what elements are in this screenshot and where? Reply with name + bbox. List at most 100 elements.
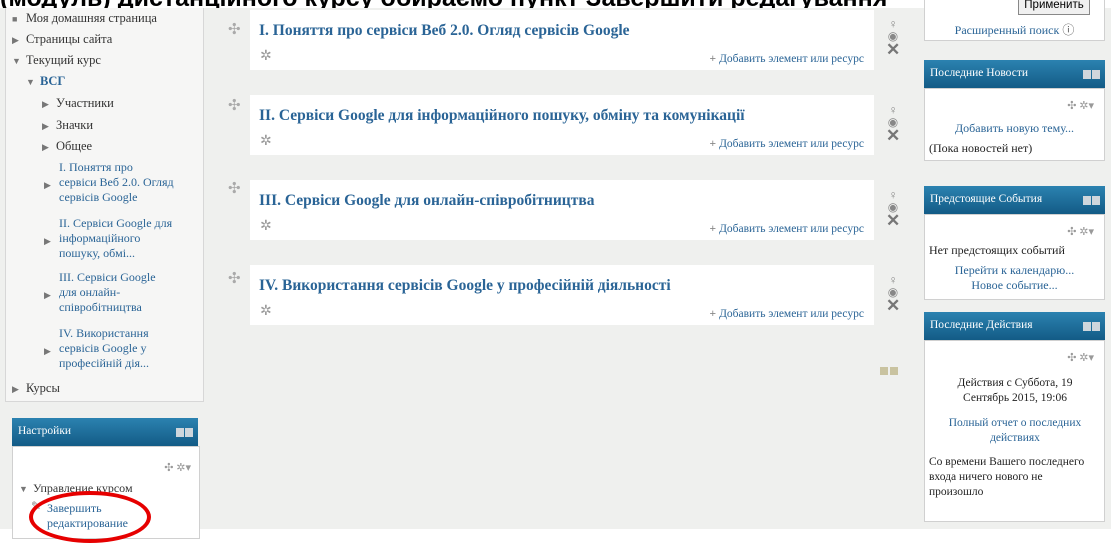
move-icon[interactable]: ✣ — [228, 179, 241, 198]
gear-icon[interactable]: ✲ — [260, 48, 272, 65]
section-title[interactable]: I. Поняття про сервіси Веб 2.0. Огляд се… — [259, 22, 630, 40]
move-gear-icon[interactable]: ✣ ✲▾ — [1067, 225, 1094, 238]
nothing-new-text: Со времени Вашего последнего входа ничег… — [929, 456, 1085, 498]
advanced-search-label: Расширенный поиск — [954, 23, 1060, 37]
plus-icon: + — [709, 53, 717, 65]
nav-section-1[interactable]: I. Поняття про сервіси Веб 2.0. Огляд серв… — [59, 160, 174, 205]
section-title[interactable]: III. Сервіси Google для онлайн-співробіт… — [259, 192, 594, 210]
nav-current-course[interactable]: ▼ Текущий курс — [12, 53, 101, 68]
full-report-link[interactable]: Полный отчет о последних действиях — [937, 416, 1093, 446]
add-resource-link[interactable]: + Добавить элемент или ресурс — [710, 223, 864, 235]
delete-icon[interactable]: ✕ — [886, 212, 900, 229]
nav-courses-label: Курсы — [26, 381, 60, 395]
plus-icon: + — [709, 138, 717, 150]
nav-badges-label: Значки — [56, 118, 94, 132]
activity-block: ✣ ✲▾ Действия с Суббота, 19 Сентябрь 201… — [924, 340, 1105, 522]
triangle-right-icon: ▶ — [44, 236, 51, 246]
plus-icon: + — [709, 223, 717, 235]
triangle-right-icon: ▶ — [42, 99, 49, 109]
news-block-header: Последние Новости — [924, 60, 1105, 88]
dock-icon[interactable] — [1082, 196, 1100, 205]
help-icon[interactable]: ⓘ — [1062, 23, 1074, 37]
dock-icon[interactable] — [175, 428, 193, 437]
course-section-3: III. Сервіси Google для онлайн-співробіт… — [250, 180, 874, 240]
triangle-down-icon: ▼ — [12, 56, 21, 66]
goto-calendar-link[interactable]: Перейти к календарю... — [925, 263, 1104, 278]
news-title: Последние Новости — [930, 67, 1029, 79]
events-block-header: Предстоящие События — [924, 186, 1105, 214]
add-resource-label: Добавить элемент или ресурс — [719, 308, 864, 320]
add-resource-label: Добавить элемент или ресурс — [719, 223, 864, 235]
triangle-right-icon: ▶ — [42, 142, 49, 152]
moodle-page: ■ Моя домашняя страница ▶ Страницы сайта ▼… — [0, 0, 1111, 539]
nav-section-3-line2: для онлайн- — [59, 285, 121, 299]
nav-course-short-label: ВСГ — [40, 74, 66, 88]
nav-course-short[interactable]: ▼ ВСГ — [26, 74, 65, 89]
move-gear-icon[interactable]: ✣ ✲▾ — [164, 461, 191, 474]
add-topic-link[interactable]: Добавить новую тему... — [925, 121, 1104, 136]
nav-site-pages-label: Страницы сайта — [26, 32, 113, 46]
nav-section-2-line2: інформаційного — [59, 231, 141, 245]
section-1-controls: ♀ ◉ ✕ — [886, 18, 900, 58]
move-icon[interactable]: ✣ — [228, 269, 241, 288]
nav-section-3[interactable]: III. Сервіси Google для онлайн-співробітн… — [59, 270, 156, 315]
add-resource-link[interactable]: + Добавить элемент или ресурс — [710, 138, 864, 150]
nav-section-2-line3: пошуку, обмі... — [59, 246, 136, 260]
section-title[interactable]: II. Сервіси Google для інформаційного по… — [259, 107, 745, 125]
triangle-down-icon: ▼ — [19, 484, 28, 494]
triangle-right-icon: ▶ — [12, 384, 19, 394]
nav-section-1-line2: сервіси Веб 2.0. Огляд — [59, 175, 174, 189]
section-title[interactable]: IV. Використання сервісів Google у профе… — [259, 277, 671, 295]
nav-section-3-line1: III. Сервіси Google — [59, 270, 156, 284]
delete-icon[interactable]: ✕ — [886, 127, 900, 144]
nav-badges[interactable]: ▶ Значки — [42, 118, 93, 133]
gear-icon[interactable]: ✲ — [260, 218, 272, 235]
course-section-1: I. Поняття про сервіси Веб 2.0. Огляд се… — [250, 10, 874, 70]
nav-participants[interactable]: ▶ Участники — [42, 96, 114, 111]
course-section-4: IV. Використання сервісів Google у профе… — [250, 265, 874, 325]
section-4-controls: ♀ ◉ ✕ — [886, 274, 900, 314]
events-block: ✣ ✲▾ Нет предстоящих событий Перейти к к… — [924, 214, 1105, 300]
nav-site-pages[interactable]: ▶ Страницы сайта — [12, 32, 112, 47]
nav-section-2[interactable]: II. Сервіси Google для інформаційного пошу… — [59, 216, 172, 261]
new-event-link[interactable]: Новое событие... — [925, 278, 1104, 293]
triangle-right-icon: ▶ — [42, 121, 49, 131]
gear-icon[interactable]: ✲ — [260, 303, 272, 320]
no-events-text: Нет предстоящих событий — [929, 243, 1065, 257]
triangle-right-icon: ▶ — [12, 35, 19, 45]
dock-icon[interactable] — [1082, 70, 1100, 79]
course-section-2: II. Сервіси Google для інформаційного по… — [250, 95, 874, 155]
move-icon[interactable]: ✣ — [228, 20, 241, 39]
add-section-icon[interactable] — [880, 362, 900, 375]
settings-block-header: Настройки — [12, 418, 198, 446]
activity-title: Последние Действия — [930, 319, 1033, 331]
no-news-text: (Пока новостей нет) — [929, 141, 1033, 155]
settings-title: Настройки — [18, 425, 72, 437]
nav-section-4[interactable]: IV. Використання сервісів Google у професі… — [59, 326, 149, 371]
nav-general[interactable]: ▶ Общее — [42, 139, 92, 154]
advanced-search-link[interactable]: Расширенный поиск ⓘ — [925, 21, 1104, 38]
delete-icon[interactable]: ✕ — [886, 297, 900, 314]
activity-block-header: Последние Действия — [924, 312, 1105, 340]
navigation-block: ■ Моя домашняя страница ▶ Страницы сайта ▼… — [5, 8, 204, 402]
nav-home[interactable]: ■ Моя домашняя страница — [12, 11, 157, 26]
nav-courses[interactable]: ▶ Курсы — [12, 381, 60, 396]
events-title: Предстоящие События — [930, 193, 1043, 205]
delete-icon[interactable]: ✕ — [886, 41, 900, 58]
move-gear-icon[interactable]: ✣ ✲▾ — [1067, 351, 1094, 364]
triangle-down-icon: ▼ — [26, 77, 35, 87]
apply-button-label: Применить — [1024, 0, 1084, 11]
nav-section-4-line1: IV. Використання — [59, 326, 149, 340]
add-resource-link[interactable]: + Добавить элемент или ресурс — [710, 53, 864, 65]
move-icon[interactable]: ✣ — [228, 96, 241, 115]
dock-icon[interactable] — [1082, 322, 1100, 331]
nav-section-1-line3: сервісів Google — [59, 190, 138, 204]
triangle-right-icon: ▶ — [44, 180, 51, 190]
add-resource-label: Добавить элемент или ресурс — [719, 53, 864, 65]
gear-icon[interactable]: ✲ — [260, 133, 272, 150]
nav-section-3-line3: співробітництва — [59, 300, 142, 314]
apply-button[interactable]: Применить — [1018, 0, 1090, 15]
move-gear-icon[interactable]: ✣ ✲▾ — [1067, 99, 1094, 112]
add-resource-link[interactable]: + Добавить элемент или ресурс — [710, 308, 864, 320]
plus-icon: + — [709, 308, 717, 320]
